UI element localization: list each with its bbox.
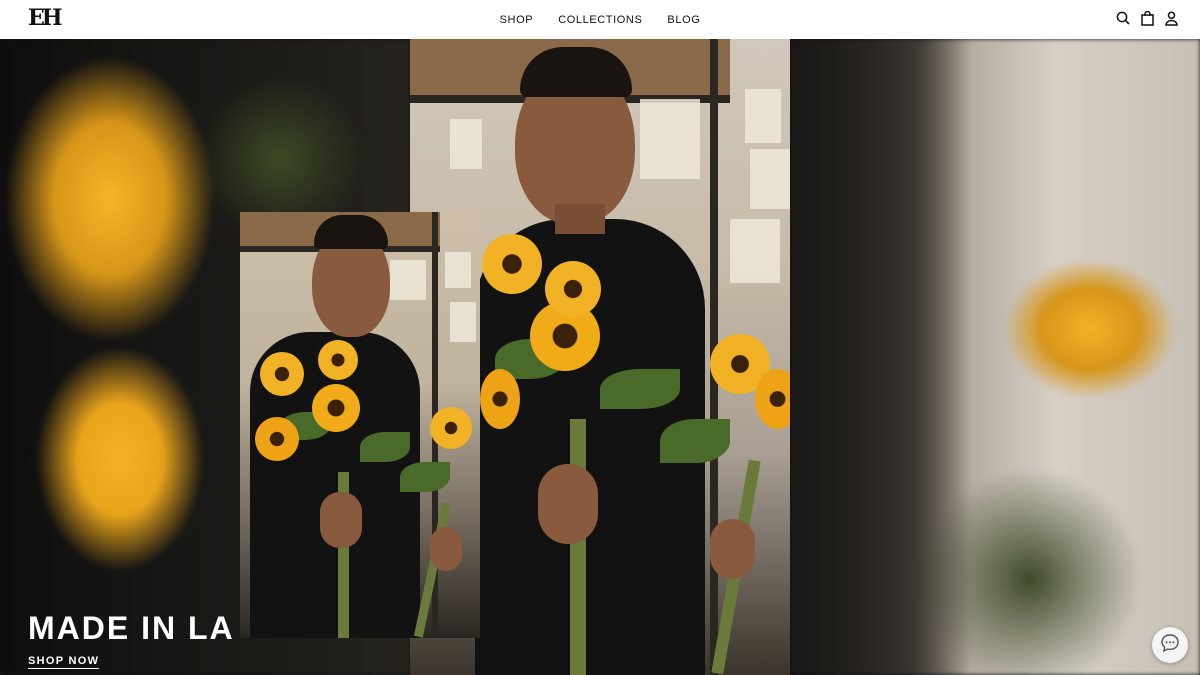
nav-collections[interactable]: COLLECTIONS — [558, 14, 642, 26]
shop-now-link[interactable]: SHOP NOW — [28, 655, 100, 669]
header-icons — [1116, 10, 1178, 26]
nav-shop[interactable]: SHOP — [500, 14, 534, 26]
bag-icon[interactable] — [1140, 10, 1154, 26]
hero-photo-small — [240, 212, 480, 638]
hero-banner: MADE IN LA SHOP NOW — [0, 39, 1200, 675]
hero-headline: MADE IN LA — [28, 610, 235, 646]
site-header: EH SHOP COLLECTIONS BLOG — [0, 0, 1200, 39]
hero-bg-right-image — [790, 39, 1200, 675]
main-nav: SHOP COLLECTIONS BLOG — [0, 0, 1200, 39]
chat-bubble-icon — [1160, 633, 1180, 658]
chat-launcher-button[interactable] — [1152, 627, 1188, 663]
search-icon[interactable] — [1116, 10, 1130, 26]
account-icon[interactable] — [1164, 10, 1178, 26]
nav-blog[interactable]: BLOG — [667, 14, 700, 26]
